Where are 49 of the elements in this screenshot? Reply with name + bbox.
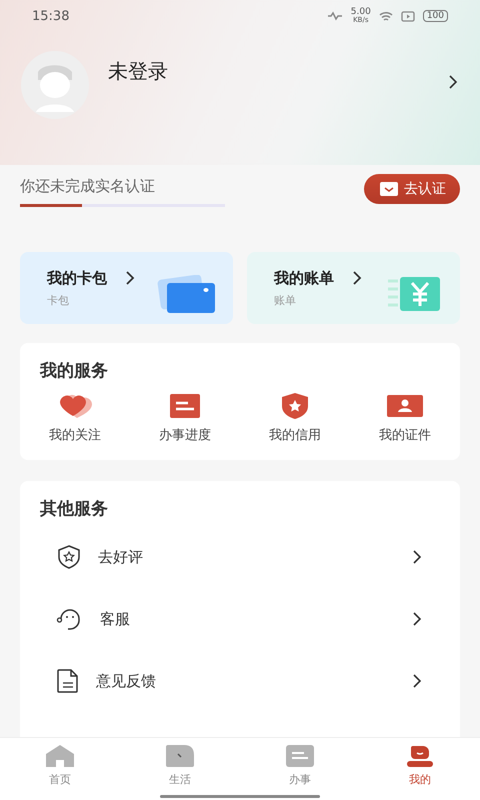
chevron-right-icon [125, 270, 135, 286]
service-label: 我的证件 [379, 427, 431, 444]
chevron-right-icon[interactable] [412, 673, 422, 689]
service-label: 我的关注 [49, 427, 101, 444]
network-speed: 5.00 [350, 8, 371, 17]
tab[interactable]: 我的 [360, 738, 480, 800]
shortcut-card[interactable]: 我的账单 账单 [247, 252, 460, 324]
service-label: 办事进度 [159, 427, 211, 444]
card-subtitle: 卡包 [47, 292, 70, 308]
verification-message: 你还未完成实名认证 [20, 177, 156, 196]
calendar-icon [285, 744, 315, 768]
id-card-icon [386, 392, 424, 420]
status-time: 15:38 [32, 8, 70, 24]
service-label: 我的信用 [269, 427, 321, 444]
wifi-icon [378, 10, 393, 22]
document-icon [56, 668, 80, 694]
chevron-right-icon[interactable] [412, 611, 422, 627]
section-title: 其他服务 [40, 498, 109, 520]
shortcut-card[interactable]: 我的卡包 卡包 [20, 252, 233, 324]
service-item[interactable]: 我的关注 [20, 392, 130, 444]
hotspot-icon [326, 11, 343, 21]
calendar-icon [169, 392, 201, 420]
service-item[interactable]: 办事进度 [130, 392, 240, 444]
verify-button[interactable]: 去认证 [364, 174, 460, 204]
menu-item[interactable]: 意见反馈 [96, 672, 412, 690]
shield-star-icon [56, 544, 82, 570]
home-icon [45, 744, 75, 768]
tab[interactable]: 首页 [0, 738, 120, 800]
card-title: 我的卡包 [47, 268, 107, 288]
chevron-right-icon[interactable] [412, 549, 422, 565]
login-status[interactable]: 未登录 [108, 58, 168, 85]
battery-level: 100 [422, 10, 448, 22]
wallet-icon [157, 275, 217, 315]
menu-item[interactable]: 客服 [100, 610, 412, 628]
tab[interactable]: 生活 [120, 738, 240, 800]
chevron-right-icon [352, 270, 362, 286]
service-item[interactable]: 我的信用 [240, 392, 350, 444]
shield-star-icon [280, 392, 310, 420]
chevron-right-icon[interactable] [448, 74, 458, 90]
service-item[interactable]: 我的证件 [350, 392, 460, 444]
heart-icon [57, 392, 93, 420]
person-icon [405, 744, 435, 768]
screen-icon [400, 10, 415, 22]
card-subtitle: 账单 [274, 292, 297, 308]
section-title: 我的服务 [40, 360, 109, 382]
tab[interactable]: 办事 [240, 738, 360, 800]
envelope-icon [380, 182, 398, 196]
card-title: 我的账单 [274, 268, 334, 288]
menu-item[interactable]: 去好评 [98, 548, 412, 566]
